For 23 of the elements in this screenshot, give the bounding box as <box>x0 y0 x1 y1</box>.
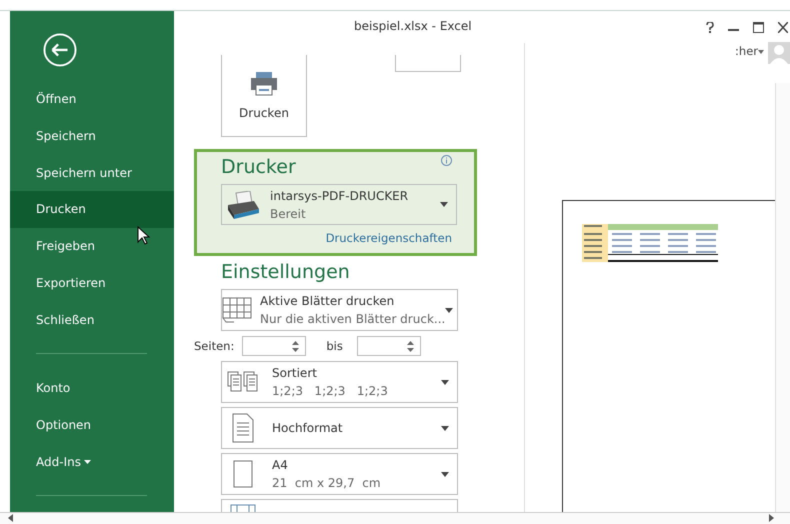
to-label: bis <box>326 339 343 353</box>
printer-properties-link[interactable]: Druckereigenschaften <box>221 231 452 245</box>
user-name: :her <box>735 44 758 58</box>
printer-heading: Drucker <box>221 156 296 178</box>
settings-dropdown[interactable]: Hochformat <box>221 407 458 449</box>
sidebar-item[interactable]: Drucken <box>10 191 174 228</box>
settings-heading: Einstellungen <box>221 261 350 283</box>
sidebar-item[interactable]: Optionen <box>10 406 174 444</box>
sidebar-item[interactable]: Add-Ins <box>10 443 174 480</box>
settings-dropdown[interactable]: Sortiert 1;2;3 1;2;3 1;2;3 <box>221 361 458 403</box>
sidebar-item[interactable]: Öffnen <box>10 80 174 118</box>
pages-label: Seiten: <box>194 339 234 353</box>
sidebar-item[interactable]: Exportieren <box>10 264 174 302</box>
sidebar-item[interactable]: Speichern unter <box>10 154 174 192</box>
sidebar-item[interactable]: Freigeben <box>10 228 174 264</box>
printer-dropdown[interactable]: intarsys-PDF-DRUCKER Bereit <box>221 184 457 225</box>
sidebar-item[interactable]: Schließen <box>10 301 174 338</box>
window-title: beispiel.xlsx - Excel <box>354 19 472 33</box>
print-button[interactable]: Drucken <box>221 55 307 137</box>
settings-dropdown[interactable]: Aktive Blätter drucken Nur die aktiven Blätter druck... <box>221 289 458 331</box>
sidebar-item[interactable]: Speichern <box>10 118 174 154</box>
settings-dropdown[interactable]: A4 21 cm x 29,7 cm <box>221 453 458 495</box>
sidebar-item[interactable]: Konto <box>10 370 174 407</box>
